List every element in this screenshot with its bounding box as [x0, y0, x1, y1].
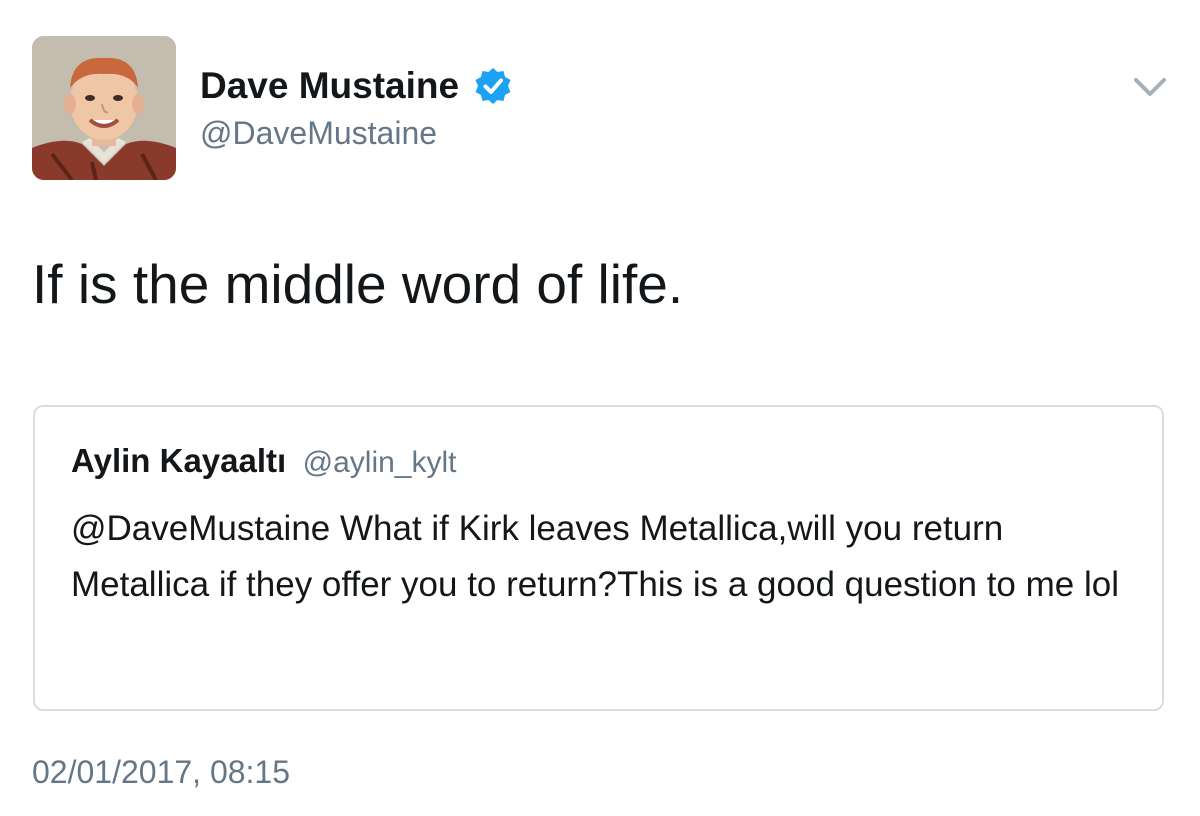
tweet-timestamp[interactable]: 02/01/2017, 08:15: [32, 752, 290, 792]
author-handle[interactable]: @DaveMustaine: [200, 114, 437, 152]
quoted-tweet-header: Aylin Kayaaltı @aylin_kylt: [71, 441, 457, 488]
quoted-tweet[interactable]: Aylin Kayaaltı @aylin_kylt @DaveMustaine…: [33, 405, 1164, 711]
quoted-author-name: Aylin Kayaaltı: [71, 442, 287, 479]
tweet-text: If is the middle word of life.: [32, 253, 684, 315]
verified-badge-icon: [473, 66, 513, 106]
chevron-down-icon[interactable]: [1130, 72, 1170, 102]
avatar[interactable]: [32, 36, 176, 180]
avatar-image: [32, 36, 176, 180]
quoted-author-handle: @aylin_kylt: [302, 446, 457, 479]
author-display-name[interactable]: Dave Mustaine: [200, 64, 459, 108]
quoted-tweet-text: @DaveMustaine What if Kirk leaves Metall…: [71, 509, 1119, 604]
author-name-row[interactable]: Dave Mustaine: [200, 64, 513, 108]
